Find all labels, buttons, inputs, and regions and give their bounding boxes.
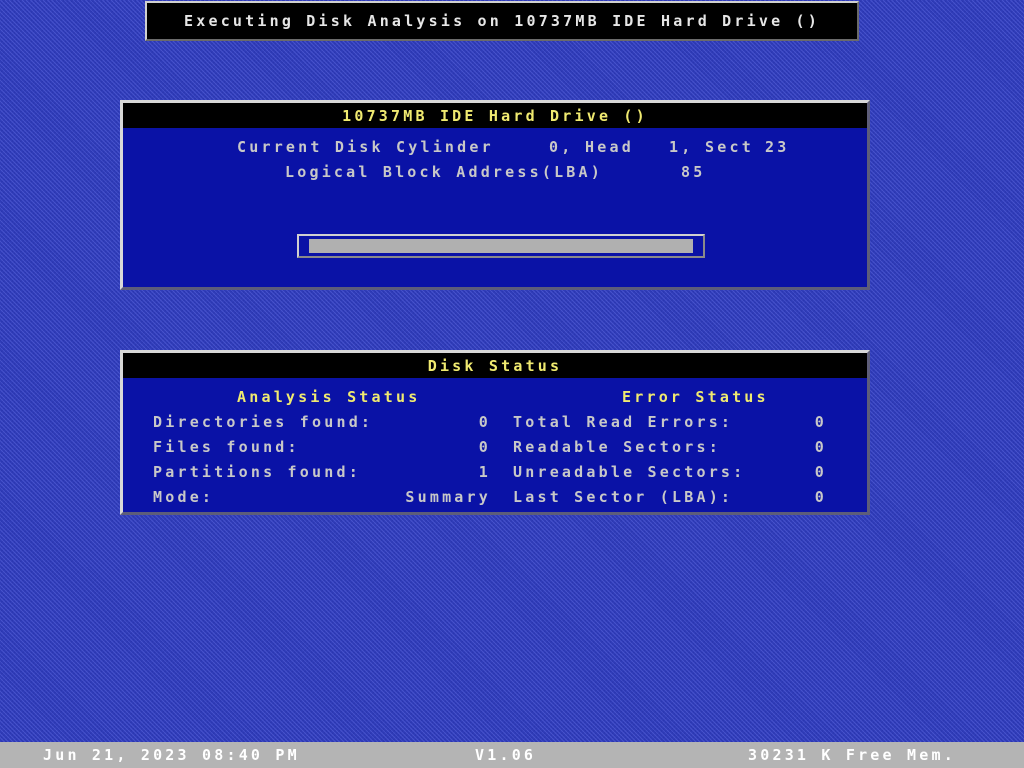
head-value: 1, (669, 138, 694, 156)
progress-bar (297, 234, 705, 258)
disk-status-panel: Disk Status Analysis Status Error Status… (120, 350, 870, 515)
unreadable-sectors-label: Unreadable Sectors: (513, 463, 746, 481)
total-read-errors-label: Total Read Errors: (513, 413, 734, 431)
error-status-heading: Error Status (622, 388, 769, 406)
last-sector-label: Last Sector (LBA): (513, 488, 734, 506)
cylinder-value: 0, (549, 138, 574, 156)
disk-status-title: Disk Status (427, 357, 563, 375)
lba-value: 85 (681, 163, 706, 181)
drive-panel-title: 10737MB IDE Hard Drive () (342, 107, 648, 125)
free-memory-text: 30231 K Free Mem. (748, 746, 956, 764)
partitions-found-value: 1 (478, 463, 491, 481)
mode-label: Mode: (153, 488, 215, 506)
window-title: Executing Disk Analysis on 10737MB IDE H… (184, 12, 820, 30)
drive-panel: 10737MB IDE Hard Drive () Current Disk C… (120, 100, 870, 290)
lba-label: Logical Block Address(LBA) (285, 163, 603, 181)
last-sector-value: 0 (814, 488, 827, 506)
cylinder-label: Current Disk Cylinder (237, 138, 494, 156)
total-read-errors-value: 0 (814, 413, 827, 431)
mode-value: Summary (405, 488, 491, 506)
directories-found-value: 0 (478, 413, 491, 431)
version-text: V1.06 (475, 746, 537, 764)
progress-bar-fill (309, 239, 693, 253)
files-found-label: Files found: (153, 438, 300, 456)
partitions-found-label: Partitions found: (153, 463, 361, 481)
disk-status-header: Disk Status (123, 353, 867, 378)
analysis-status-heading: Analysis Status (237, 388, 421, 406)
sect-label: Sect (705, 138, 754, 156)
drive-panel-header: 10737MB IDE Hard Drive () (123, 103, 867, 128)
bottom-status-bar: Jun 21, 2023 08:40 PM V1.06 30231 K Free… (0, 742, 1024, 768)
readable-sectors-value: 0 (814, 438, 827, 456)
unreadable-sectors-value: 0 (814, 463, 827, 481)
readable-sectors-label: Readable Sectors: (513, 438, 721, 456)
directories-found-label: Directories found: (153, 413, 374, 431)
title-banner: Executing Disk Analysis on 10737MB IDE H… (145, 1, 859, 41)
files-found-value: 0 (478, 438, 491, 456)
head-label: Head (585, 138, 634, 156)
sect-value: 23 (765, 138, 790, 156)
datetime-text: Jun 21, 2023 08:40 PM (43, 746, 300, 764)
